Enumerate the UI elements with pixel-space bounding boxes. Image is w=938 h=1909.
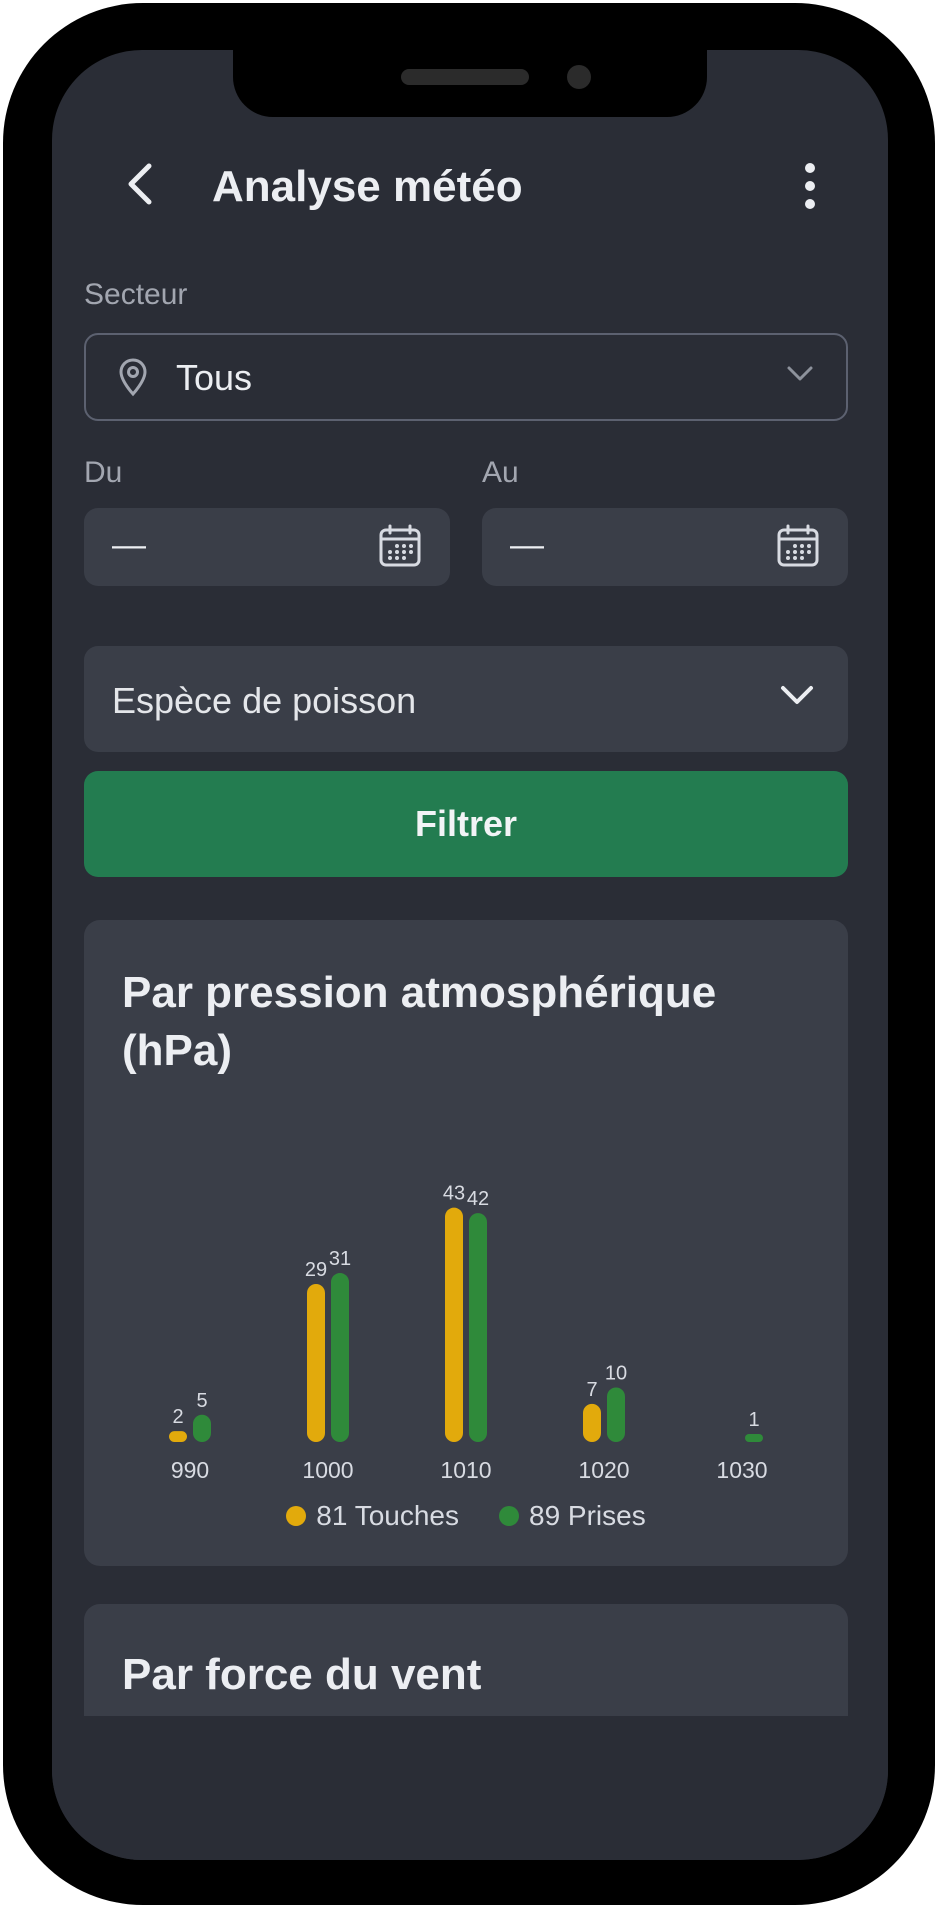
pressure-chart-card: Par pression atmosphérique (hPa) 25990(3… [84,920,848,1566]
from-date-field[interactable]: — [84,508,450,586]
legend-dot-prises [499,1506,519,1526]
sector-value: Tous [176,357,253,398]
wind-chart-title: Par force du vent [122,1650,482,1699]
bar-prises-1000[interactable] [331,1273,349,1442]
x-tick-label-1010: 1010 [440,1457,491,1480]
calendar-icon [777,524,819,567]
back-button[interactable] [110,148,170,220]
bottom-spacer [52,1716,888,1860]
x-tick-label-1020: 1020 [578,1457,629,1480]
data-label-touches-990: 2 [172,1406,183,1428]
legend-dot-touches [286,1506,307,1526]
legend-item-prises[interactable]: 89 Prises [499,1500,646,1532]
data-label-prises-1030: 1 [748,1409,759,1431]
from-date-label: Du [84,456,123,489]
front-camera [567,65,591,89]
legend-item-touches[interactable]: 81 Touches [286,1500,459,1532]
data-label-prises-1010: 42 [467,1188,489,1210]
to-date-value: — [510,526,544,564]
data-label-prises-1000: 31 [329,1248,351,1270]
data-label-touches-1020: 7 [586,1379,597,1401]
chevron-down-icon [787,366,813,381]
more-menu-button[interactable] [782,150,838,222]
bar-prises-1020[interactable] [607,1387,625,1443]
chevron-down-icon [781,686,813,704]
more-vertical-icon [805,163,815,209]
data-label-prises-1020: 10 [605,1363,627,1385]
calendar-icon [379,524,421,567]
to-date-field[interactable]: — [482,508,848,586]
sector-label: Secteur [84,278,188,311]
bar-prises-1010[interactable] [469,1213,487,1442]
app-screen: Analyse météo Secteur Tous Du Au — — Esp… [52,50,888,1860]
data-label-prises-990: 5 [196,1390,207,1412]
speaker [401,69,529,85]
sector-dropdown[interactable]: Tous [84,333,848,421]
chart-legend: 81 Touches 89 Prises [84,1500,848,1532]
bar-touches-990[interactable] [169,1431,187,1442]
chevron-left-icon [128,163,152,205]
bar-prises-990[interactable] [193,1414,211,1442]
species-placeholder: Espèce de poisson [112,680,417,721]
bar-prises-1030[interactable] [745,1434,763,1442]
legend-label-touches: 81 Touches [316,1500,459,1531]
data-label-touches-1000: 29 [305,1259,327,1281]
from-date-value: — [112,526,146,564]
bar-touches-1020[interactable] [583,1403,601,1442]
location-pin-icon [119,358,147,397]
species-dropdown[interactable]: Espèce de poisson [84,646,848,752]
data-label-touches-1010: 43 [443,1183,465,1205]
bar-touches-1000[interactable] [307,1283,325,1442]
filter-button[interactable]: Filtrer [84,771,848,877]
pressure-bar-chart: 25990(3)29311000(23)43421010(35)7101020(… [169,1183,768,1480]
phone-notch [233,50,707,117]
to-date-label: Au [482,456,519,489]
legend-label-prises: 89 Prises [529,1500,646,1531]
x-tick-label-990: 990 [171,1457,209,1480]
bar-touches-1010[interactable] [445,1207,463,1442]
page-title: Analyse météo [212,162,523,211]
x-tick-label-1000: 1000 [302,1457,353,1480]
x-tick-label-1030: 1030 [716,1457,767,1480]
